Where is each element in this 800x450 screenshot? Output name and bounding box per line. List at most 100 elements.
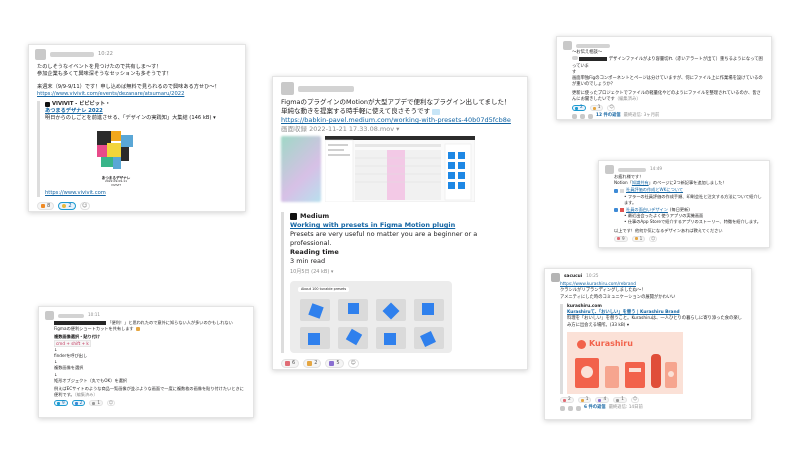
emoji-icon [634, 237, 638, 241]
mention-blurred [572, 56, 578, 61]
notion-prefix: Notion「 [614, 180, 632, 186]
reaction-count: 2 [68, 202, 72, 209]
message-time: 10:11 [88, 312, 101, 318]
reaction-count: 1 [597, 105, 601, 111]
thread-summary[interactable]: 6 件の返信 最終返信: 14日前 [560, 405, 745, 411]
event-poster-image[interactable]: あつまるデザナレ 2022.09.09-11 VIVIVIT [91, 128, 141, 189]
emoji-icon [616, 398, 620, 402]
message-line: Figmaの便利ショートカットを共有します [54, 326, 134, 332]
add-reaction-icon[interactable]: ☺ [347, 359, 359, 368]
preset-shapes-graphic [300, 299, 444, 349]
message-body: 〜お伝え相談〜 デザインファイルがより容量切れ（赤いアラートが出て）重ちるように… [572, 50, 765, 119]
emoji-icon [617, 237, 620, 241]
thread-summary[interactable]: 12 件の返信 最終返信: 3ヶ月前 [572, 113, 765, 119]
unfurl-footer-link[interactable]: https://www.vivivit.com [45, 190, 239, 197]
reaction-count: 1 [585, 396, 589, 402]
reaction-a[interactable]: 9 [54, 400, 68, 407]
number-two-icon [614, 208, 618, 213]
emoji-icon [285, 361, 290, 366]
add-reaction-icon[interactable]: ☺ [79, 202, 90, 211]
reaction-a[interactable]: 2 [560, 397, 574, 404]
event-link[interactable]: https://www.vivivit.com/events/dezanare/… [37, 91, 239, 98]
unfurl-meta[interactable]: 10月5日 (24 kB) ▾ [290, 268, 519, 277]
message-card-figma-shortcut: 10:11 「便利！」と思われたので意外に知らない人が多いのかもしれない Fig… [38, 306, 254, 418]
medium-logo-icon [290, 213, 297, 220]
message-line: 以上です！他何か気になるデザインあれば教えてください [614, 227, 723, 233]
number-one-icon [614, 188, 618, 193]
message-header [281, 82, 519, 95]
reaction-a[interactable]: 6 [281, 359, 300, 368]
reaction-clap[interactable]: 2 [58, 202, 76, 211]
article-summary: 仕事のApp Storeで紹介するアプリのストーリー、特徴を紹介します。 [627, 219, 761, 225]
add-reaction-icon[interactable]: ☺ [607, 105, 616, 112]
reaction-a[interactable]: 9 [614, 236, 628, 242]
add-reaction-icon[interactable]: ☺ [649, 236, 658, 242]
reaction-b[interactable]: 1 [631, 236, 646, 242]
link-unfurl: VIVIVIT - ビビビット・ あつまるデザナレ 2022 明日からのしごとを… [37, 100, 239, 198]
message-header [563, 41, 765, 50]
author-name-blurred [58, 313, 84, 318]
party-emoji-icon [41, 204, 45, 209]
reaction-b[interactable]: 1 [577, 396, 592, 404]
link-unfurl: kurashiru.com Kurashiruて、「おいしい」を替う | Kur… [560, 303, 745, 395]
message-card-event-share: 10:22 たのしそうなイベントを見つけたので共有しま〜す！ 参加企業も多くて興… [28, 44, 246, 212]
reaction-c[interactable]: 4 [595, 397, 610, 404]
reaction-party[interactable]: 8 [37, 202, 55, 211]
edited-label: （編集済み） [614, 97, 641, 103]
message-body: https://www.kurashiru.com/rebrand クラシルがリ… [560, 282, 745, 411]
avatar [281, 82, 294, 95]
reactions-row: 8 2 ☺ [37, 202, 239, 211]
article-preview-image[interactable]: About 100 tunable presets [290, 281, 452, 353]
emoji-icon [580, 398, 584, 402]
reaction-count: 1 [621, 396, 624, 402]
article-title[interactable]: Working with presets in Figma Motion plu… [290, 221, 519, 230]
emoji-icon [74, 401, 78, 405]
attached-video-name[interactable]: 画面収録 2022-11-21 17.33.08.mov ▾ [281, 125, 519, 134]
message-line: FigmaのプラグインのMotionが大型アプデで便利なプラグイン出してました！ [281, 98, 511, 106]
blurred-preview [281, 136, 321, 202]
message-line: 画面単独Figのコンポーネントとページは分けていますが、何にファイル上に作業場を… [572, 76, 763, 88]
avatar [35, 49, 46, 60]
unfurl-site: Medium [300, 212, 330, 220]
reaction-count: 2 [79, 400, 83, 406]
author-name[interactable]: sacucui [564, 274, 582, 280]
message-card-notion-update: 14:49 お疲れ様です！ Notion「知識共有」のページに2つ新記事を追加し… [598, 160, 770, 248]
reaction-c[interactable]: 5 [325, 359, 344, 368]
message-body: お疲れ様です！ Notion「知識共有」のページに2つ新記事を追加しました！ 社… [614, 174, 762, 242]
message-card-kurashiru-rebrand: sacucui 10:25 https://www.kurashiru.com/… [544, 268, 752, 420]
message-body: 「便利！」と思われたので意外に知らない人が多いのかもしれない Figmaの便利シ… [54, 320, 247, 407]
notion-suffix: 」のページに2つ新記事を追加しました！ [648, 180, 727, 186]
message-line: 単純な動きを提案する時手軽に使えて良さそうです [281, 107, 431, 115]
emoji-icon [598, 398, 602, 402]
reading-time-label: Reading time [290, 248, 339, 256]
emoji-icon [307, 361, 313, 366]
reply-avatar [588, 114, 593, 119]
emoji-icon [592, 106, 596, 110]
message-header: 10:11 [45, 311, 247, 320]
message-line: 参加企業も多くて興味深そうなセッションも多そうです！ [37, 71, 172, 78]
kurashiru-brand-image[interactable]: Kurashiru [567, 332, 683, 395]
emoji-icon [135, 327, 140, 332]
medium-link[interactable]: https://babkin-pavel.medium.com/working-… [281, 116, 519, 125]
author-name-blurred [576, 43, 610, 48]
reaction-a[interactable]: 2 [572, 105, 586, 112]
unfurl-site: VIVIVIT - ビビビット・ [52, 100, 111, 107]
screen-recording-thumbnail[interactable] [281, 136, 481, 208]
article-summary: フラーの社員評価の作成手順、印刷会社と注文する方法について紹介します。 [624, 193, 762, 205]
avatar [563, 41, 572, 50]
add-reaction-icon[interactable]: ☺ [107, 400, 116, 407]
reaction-c[interactable]: 1 [89, 400, 104, 407]
reaction-count: 8 [47, 202, 51, 209]
thread-last-reply: 最終返信: 14日前 [608, 405, 643, 411]
add-reaction-icon[interactable]: ☺ [630, 397, 639, 404]
reactions-row: 2 1 4 1 ☺ [560, 396, 745, 404]
reaction-b[interactable]: 2 [303, 359, 322, 368]
notion-page-link[interactable]: 知識共有 [632, 180, 649, 185]
edited-label: （編集済み） [74, 392, 98, 398]
reaction-b[interactable]: 1 [589, 105, 604, 112]
emoji-icon [57, 401, 60, 405]
thread-reply-count[interactable]: 6 件の返信 [584, 405, 606, 411]
reaction-d[interactable]: 1 [613, 396, 627, 404]
reaction-b[interactable]: 2 [71, 400, 86, 407]
thread-reply-count[interactable]: 12 件の返信 [596, 113, 621, 119]
